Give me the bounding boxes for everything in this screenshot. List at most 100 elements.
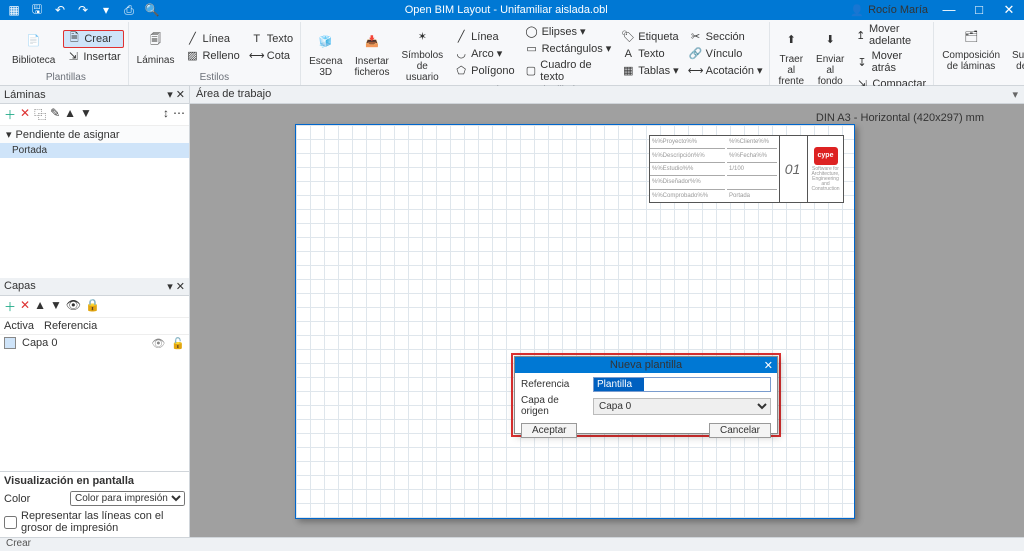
- laminas-panel-header: Láminas ▾✕: [0, 86, 189, 104]
- search-icon[interactable]: 🔍: [142, 1, 162, 19]
- texto-style-button[interactable]: TTexto: [247, 31, 296, 47]
- tag-icon: 🏷: [621, 30, 635, 44]
- ribbon: 📄 Biblioteca 🗎 Crear ⇲ Insertar Plantill…: [0, 20, 1024, 86]
- laminas-button[interactable]: 🗐 Láminas: [133, 27, 179, 68]
- poligono-button[interactable]: ⬠Polígono: [451, 63, 517, 79]
- seccion-button[interactable]: ✂Sección: [686, 29, 766, 45]
- traer-frente-button[interactable]: ⬆Traer al frente: [774, 26, 808, 89]
- tb-portada: Portada: [727, 190, 777, 202]
- tablas-button[interactable]: ▦Tablas▾: [618, 63, 681, 79]
- referencia-input[interactable]: [593, 377, 771, 392]
- app-menu-icon[interactable]: ▦: [4, 1, 24, 19]
- left-pane: Láminas ▾✕ ＋ ✕ ⿻ ✎ ▲ ▼ ↕ ⋯ ▾ Pendiente d…: [0, 86, 190, 537]
- aceptar-button[interactable]: Aceptar: [521, 423, 577, 438]
- ribbon-group-elementos: 🧊Escena 3D 📥Insertar ficheros ✶Símbolos …: [301, 22, 770, 85]
- sheet-format-label: DIN A3 - Horizontal (420x297) mm: [816, 112, 984, 124]
- cota-style-button[interactable]: ⟷Cota: [247, 48, 296, 64]
- lamina-item-portada[interactable]: Portada: [0, 143, 189, 158]
- mover-adelante-button[interactable]: ↥Mover adelante: [852, 22, 929, 48]
- polygon-icon: ⬠: [454, 64, 468, 78]
- mover-atras-button[interactable]: ↧Mover atrás: [852, 49, 929, 75]
- fill-icon: ▨: [185, 49, 199, 63]
- texto-button[interactable]: ATexto: [618, 46, 681, 62]
- viz-panel: Visualización en pantalla Color Color pa…: [0, 471, 189, 537]
- escena3d-button[interactable]: 🧊Escena 3D: [305, 28, 346, 80]
- arco-button[interactable]: ◡Arco▾: [451, 46, 517, 62]
- crear-button[interactable]: 🗎 Crear: [63, 30, 123, 48]
- viz-grosor-checkbox[interactable]: [4, 516, 17, 529]
- qat-dropdown-icon[interactable]: ▾: [96, 1, 116, 19]
- status-bar: Crear: [0, 537, 1024, 551]
- linea-draw-button[interactable]: ╱Línea: [451, 29, 517, 45]
- chevron-down-icon: ▾: [757, 64, 763, 77]
- close-button[interactable]: ✕: [994, 2, 1024, 18]
- cuadro-texto-button[interactable]: ▢Cuadro de texto: [522, 58, 615, 84]
- canvas-viewport[interactable]: DIN A3 - Horizontal (420x297) mm %%Proye…: [190, 104, 1024, 537]
- minimize-button[interactable]: —: [934, 2, 964, 18]
- crear-label: Crear: [84, 33, 112, 45]
- enviar-fondo-button[interactable]: ⬇Enviar al fondo: [812, 26, 848, 89]
- dialog-close-icon[interactable]: ✕: [764, 359, 773, 372]
- close-panel-icon[interactable]: ✕: [176, 88, 185, 101]
- up-icon[interactable]: ▲: [64, 106, 76, 123]
- pin-icon[interactable]: ▾: [167, 280, 173, 293]
- linea-style-button[interactable]: ╱Línea: [182, 31, 242, 47]
- delete-icon[interactable]: ✕: [20, 298, 30, 315]
- scene3d-icon: 🧊: [314, 30, 338, 54]
- save-icon[interactable]: 🖫: [27, 1, 47, 19]
- sustitucion-button[interactable]: 🔤Sustitución de textos: [1008, 22, 1024, 74]
- composicion-button[interactable]: 🗂Composición de láminas: [938, 22, 1004, 74]
- relleno-style-button[interactable]: ▨Relleno: [182, 48, 242, 64]
- undo-icon[interactable]: ↶: [50, 1, 70, 19]
- sheets-icon: 🗐: [144, 29, 168, 53]
- user-badge[interactable]: 👤 Rocío María: [850, 4, 928, 17]
- pin-icon[interactable]: ▾: [167, 88, 173, 101]
- up-icon[interactable]: ▲: [34, 298, 46, 315]
- elipses-button[interactable]: ◯Elipses▾: [522, 24, 615, 40]
- vinculo-button[interactable]: 🔗Vínculo: [686, 46, 766, 62]
- print-icon[interactable]: ⎙: [119, 1, 139, 19]
- add-icon[interactable]: ＋: [4, 298, 16, 315]
- laminas-group-header[interactable]: ▾ Pendiente de asignar: [0, 126, 189, 143]
- dimension-icon: ⟷: [250, 49, 264, 63]
- copy-icon[interactable]: ⿻: [34, 106, 46, 123]
- lock-open-icon[interactable]: 🔓: [171, 337, 185, 350]
- down-icon[interactable]: ▼: [50, 298, 62, 315]
- viz-color-select[interactable]: Color para impresión: [70, 491, 185, 506]
- drawing-sheet[interactable]: %%Proyecto%% %%Descripción%% %%Estudio%%…: [295, 124, 855, 519]
- ribbon-group-estilos: 🗐 Láminas ╱Línea ▨Relleno TTexto ⟷Cota E…: [129, 22, 301, 85]
- close-panel-icon[interactable]: ✕: [176, 280, 185, 293]
- insert-files-icon: 📥: [360, 30, 384, 54]
- biblioteca-button[interactable]: 📄 Biblioteca: [8, 27, 59, 68]
- tb-comprobado: %%Comprobado%%: [650, 190, 725, 202]
- visibility-icon[interactable]: 👁: [66, 298, 81, 315]
- insertar-ficheros-button[interactable]: 📥Insertar ficheros: [350, 28, 393, 80]
- add-icon[interactable]: ＋: [4, 106, 16, 123]
- layer-row-capa0[interactable]: Capa 0 👁 🔓: [0, 335, 189, 352]
- line-icon: ╱: [185, 32, 199, 46]
- tb-logo: cype Software for Architecture, Engineer…: [807, 136, 843, 202]
- table-icon: ▦: [621, 64, 635, 78]
- rectangulos-button[interactable]: ▭Rectángulos▾: [522, 41, 615, 57]
- layer-active-checkbox[interactable]: [4, 337, 16, 349]
- collapse-icon[interactable]: ↕: [163, 106, 169, 123]
- eye-icon[interactable]: 👁: [151, 337, 165, 350]
- acotacion-button[interactable]: ⟷Acotación▾: [686, 63, 766, 79]
- lock-icon[interactable]: 🔒: [85, 298, 100, 315]
- group-label: Estilos: [200, 72, 229, 85]
- simbolos-button[interactable]: ✶Símbolos de usuario: [397, 22, 447, 85]
- etiqueta-button[interactable]: 🏷Etiqueta: [618, 29, 681, 45]
- edit-icon[interactable]: ✎: [50, 106, 60, 123]
- redo-icon[interactable]: ↷: [73, 1, 93, 19]
- maximize-button[interactable]: □: [964, 2, 994, 18]
- down-icon[interactable]: ▼: [80, 106, 92, 123]
- insertar-button[interactable]: ⇲ Insertar: [63, 49, 123, 65]
- area-menu-icon[interactable]: ▾: [1012, 88, 1018, 101]
- capa-origen-select[interactable]: Capa 0: [593, 398, 771, 415]
- tb-estudio: %%Estudio%%: [650, 163, 725, 176]
- delete-icon[interactable]: ✕: [20, 106, 30, 123]
- textbox-icon: ▢: [525, 64, 538, 78]
- more-icon[interactable]: ⋯: [173, 106, 185, 123]
- chevron-down-icon: ▾: [6, 128, 12, 141]
- cancelar-button[interactable]: Cancelar: [709, 423, 771, 438]
